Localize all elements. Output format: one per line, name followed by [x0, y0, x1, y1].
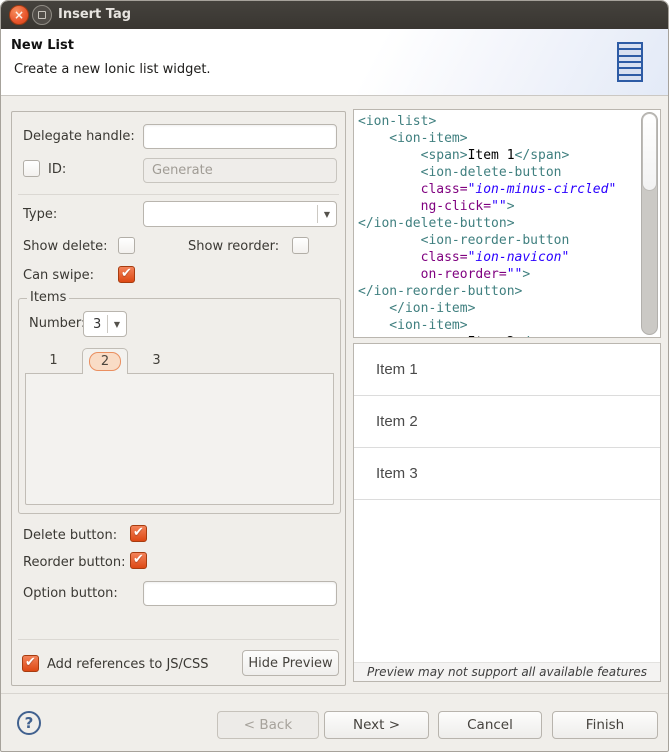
wizard-header: New List Create a new Ionic list widget.	[1, 29, 668, 96]
insert-tag-dialog: × Insert Tag New List Create a new Ionic…	[0, 0, 669, 752]
delegate-handle-input[interactable]	[143, 124, 337, 149]
code-line: <ion-list>	[358, 113, 638, 130]
code-line: <span>Item 2</span>	[358, 334, 638, 338]
hide-preview-button[interactable]: Hide Preview	[242, 650, 339, 676]
show-delete-label: Show delete:	[23, 239, 108, 254]
page-title: New List	[11, 38, 74, 53]
code-line: </ion-reorder-button>	[358, 283, 638, 300]
tab-item-2[interactable]: 2	[82, 348, 128, 374]
id-input	[143, 158, 337, 183]
type-label: Type:	[23, 207, 57, 222]
items-tab-strip: 1 2 3	[25, 348, 334, 374]
option-button-label: Option button:	[23, 586, 118, 601]
tab-item-1[interactable]: 1	[25, 348, 82, 374]
code-line: <ion-reorder-button	[358, 232, 638, 249]
delete-button-checkbox[interactable]	[130, 525, 147, 542]
delete-button-label: Delete button:	[23, 528, 117, 543]
reorder-button-checkbox[interactable]	[130, 552, 147, 569]
tab-strip-filler	[185, 348, 334, 374]
id-checkbox[interactable]	[23, 160, 40, 177]
items-group: Items Number: 3 ▼ 123	[18, 298, 341, 514]
id-label: ID:	[48, 162, 66, 177]
code-line: <ion-delete-button	[358, 164, 638, 181]
number-select[interactable]: 3 ▼	[83, 311, 127, 337]
code-editor-content: <ion-list> <ion-item> <span>Item 1</span…	[358, 113, 638, 338]
title-bar[interactable]: × Insert Tag	[1, 1, 668, 29]
next-button[interactable]: Next >	[324, 711, 429, 739]
chevron-down-icon: ▼	[318, 202, 336, 226]
add-references-checkbox[interactable]	[22, 655, 39, 672]
widget-preview-panel: Item 1Item 2Item 3 Preview may not suppo…	[353, 343, 661, 682]
type-select-value	[144, 202, 317, 226]
cancel-button[interactable]: Cancel	[438, 711, 542, 739]
list-widget-icon	[617, 42, 643, 82]
maximize-icon[interactable]	[32, 5, 52, 25]
preview-list: Item 1Item 2Item 3	[354, 344, 660, 500]
preview-note: Preview may not support all available fe…	[354, 662, 660, 681]
divider	[18, 639, 339, 640]
window-title: Insert Tag	[58, 1, 131, 29]
show-reorder-checkbox[interactable]	[292, 237, 309, 254]
type-select[interactable]: ▼	[143, 201, 337, 227]
code-line: class="ion-navicon"	[358, 249, 638, 266]
show-reorder-label: Show reorder:	[188, 239, 279, 254]
tab-label: 1	[49, 353, 57, 368]
close-icon[interactable]: ×	[9, 5, 29, 25]
scrollbar-track[interactable]	[641, 112, 658, 335]
add-references-label: Add references to JS/CSS	[47, 657, 209, 672]
tab-label: 3	[152, 353, 160, 368]
option-button-input[interactable]	[143, 581, 337, 606]
reorder-button-label: Reorder button:	[23, 555, 126, 570]
chevron-down-icon: ▼	[108, 312, 126, 336]
code-line: class="ion-minus-circled"	[358, 181, 638, 198]
code-line: </ion-delete-button>	[358, 215, 638, 232]
item-tab-content[interactable]	[25, 374, 334, 505]
finish-button[interactable]: Finish	[552, 711, 658, 739]
preview-list-item: Item 2	[354, 396, 660, 448]
divider	[18, 194, 339, 195]
code-line: <span>Item 1</span>	[358, 147, 638, 164]
maximize-square-glyph	[38, 11, 46, 19]
preview-list-item: Item 1	[354, 344, 660, 396]
can-swipe-label: Can swipe:	[23, 268, 94, 283]
preview-list-item: Item 3	[354, 448, 660, 500]
footer-buttons: < BackNext > Cancel Finish	[1, 711, 668, 739]
items-group-legend: Items	[27, 290, 69, 305]
show-delete-checkbox[interactable]	[118, 237, 135, 254]
tab-label: 2	[89, 352, 121, 371]
number-select-value: 3	[84, 312, 107, 336]
tab-item-3[interactable]: 3	[128, 348, 185, 374]
code-line: <ion-item>	[358, 130, 638, 147]
code-line: on-reorder="">	[358, 266, 638, 283]
code-line: </ion-item>	[358, 300, 638, 317]
code-line: <ion-item>	[358, 317, 638, 334]
can-swipe-checkbox[interactable]	[118, 266, 135, 283]
delegate-handle-label: Delegate handle:	[23, 129, 135, 144]
number-label: Number:	[29, 316, 85, 331]
footer: ? < BackNext >CancelFinish	[1, 694, 668, 751]
form-panel: Delegate handle: ID: Type: ▼ Show delete…	[11, 111, 346, 686]
page-subtitle: Create a new Ionic list widget.	[14, 62, 211, 77]
back-button: < Back	[217, 711, 319, 739]
code-line: ng-click="">	[358, 198, 638, 215]
scrollbar-thumb[interactable]	[642, 113, 657, 191]
code-preview-panel[interactable]: <ion-list> <ion-item> <span>Item 1</span…	[353, 109, 661, 338]
